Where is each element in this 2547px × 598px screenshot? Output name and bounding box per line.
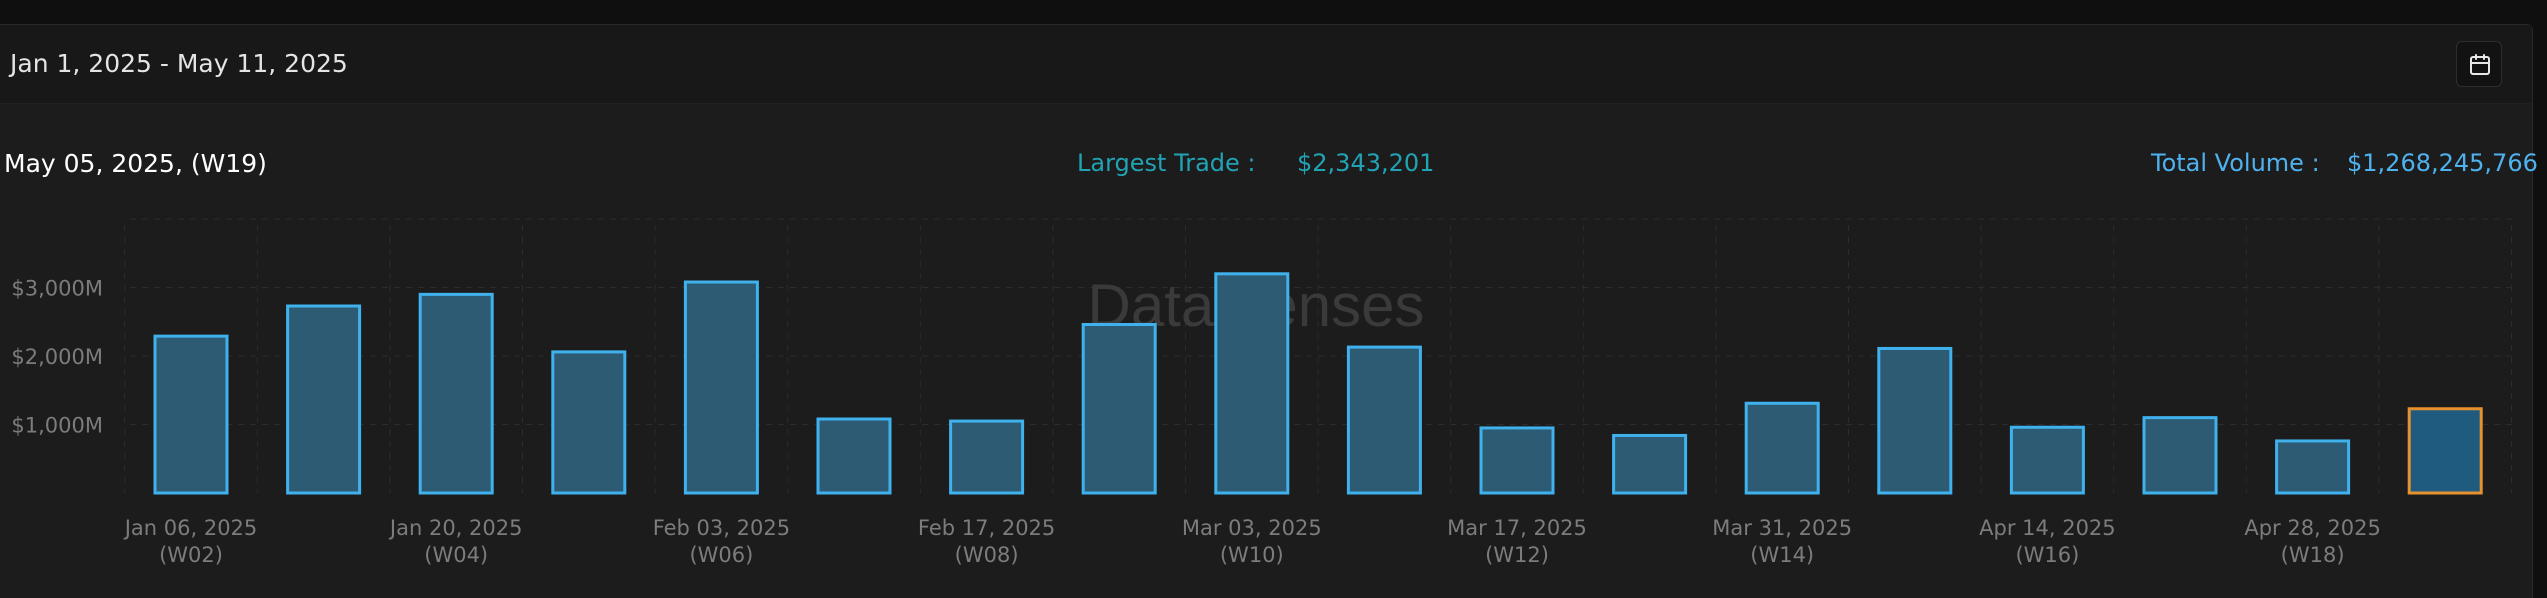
- x-tick-week: (W14): [1750, 543, 1814, 567]
- x-axis: Jan 06, 2025 (W02) Jan 20, 2025 (W04) Feb 03…: [123, 516, 2381, 567]
- x-tick-week: (W06): [689, 543, 753, 567]
- bar: [1346, 345, 1422, 495]
- bar: [816, 417, 892, 495]
- bar-selected: [2407, 407, 2483, 495]
- bar: [2142, 416, 2218, 495]
- x-tick-date: Mar 17, 2025: [1447, 516, 1587, 540]
- x-tick-week: (W16): [2015, 543, 2079, 567]
- bar: [1081, 322, 1157, 495]
- x-tick-date: Feb 03, 2025: [653, 516, 790, 540]
- bar: [153, 334, 229, 495]
- x-tick-week: (W12): [1485, 543, 1549, 567]
- bar: [1479, 426, 1555, 495]
- chart-panel: Jan 1, 2025 - May 11, 2025 May 05, 2025,…: [0, 24, 2538, 598]
- bar: [1214, 272, 1290, 495]
- x-tick-date: Apr 28, 2025: [2244, 516, 2381, 540]
- x-tick-week: (W02): [159, 543, 223, 567]
- x-tick-week: (W08): [955, 543, 1019, 567]
- weekly-volume-chart: Data Lenses $1,000M$2,000M$3,000M Jan 06…: [11, 218, 2512, 567]
- x-tick-date: Jan 20, 2025: [388, 516, 523, 540]
- y-axis: $1,000M $2,000M $3,000M: [11, 277, 103, 438]
- x-tick-date: Apr 14, 2025: [1979, 516, 2116, 540]
- x-tick-week: (W10): [1220, 543, 1284, 567]
- bar: [551, 350, 627, 495]
- bar: [418, 292, 494, 495]
- bar: [683, 280, 759, 495]
- bar: [2009, 425, 2085, 495]
- x-tick-date: Feb 17, 2025: [918, 516, 1055, 540]
- bar: [1877, 346, 1953, 495]
- x-tick-week: (W04): [424, 543, 488, 567]
- bar: [949, 419, 1025, 495]
- x-tick-date: Mar 31, 2025: [1712, 516, 1852, 540]
- y-tick-label: $3,000M: [11, 277, 103, 301]
- bar: [1744, 401, 1820, 495]
- x-tick-week: (W18): [2281, 543, 2345, 567]
- x-tick-date: Jan 06, 2025: [123, 516, 258, 540]
- x-tick-date: Mar 03, 2025: [1182, 516, 1322, 540]
- y-tick-label: $2,000M: [11, 345, 103, 369]
- bar: [286, 304, 362, 495]
- bar: [1612, 433, 1688, 495]
- bar: [2275, 439, 2351, 495]
- y-tick-label: $1,000M: [11, 414, 103, 438]
